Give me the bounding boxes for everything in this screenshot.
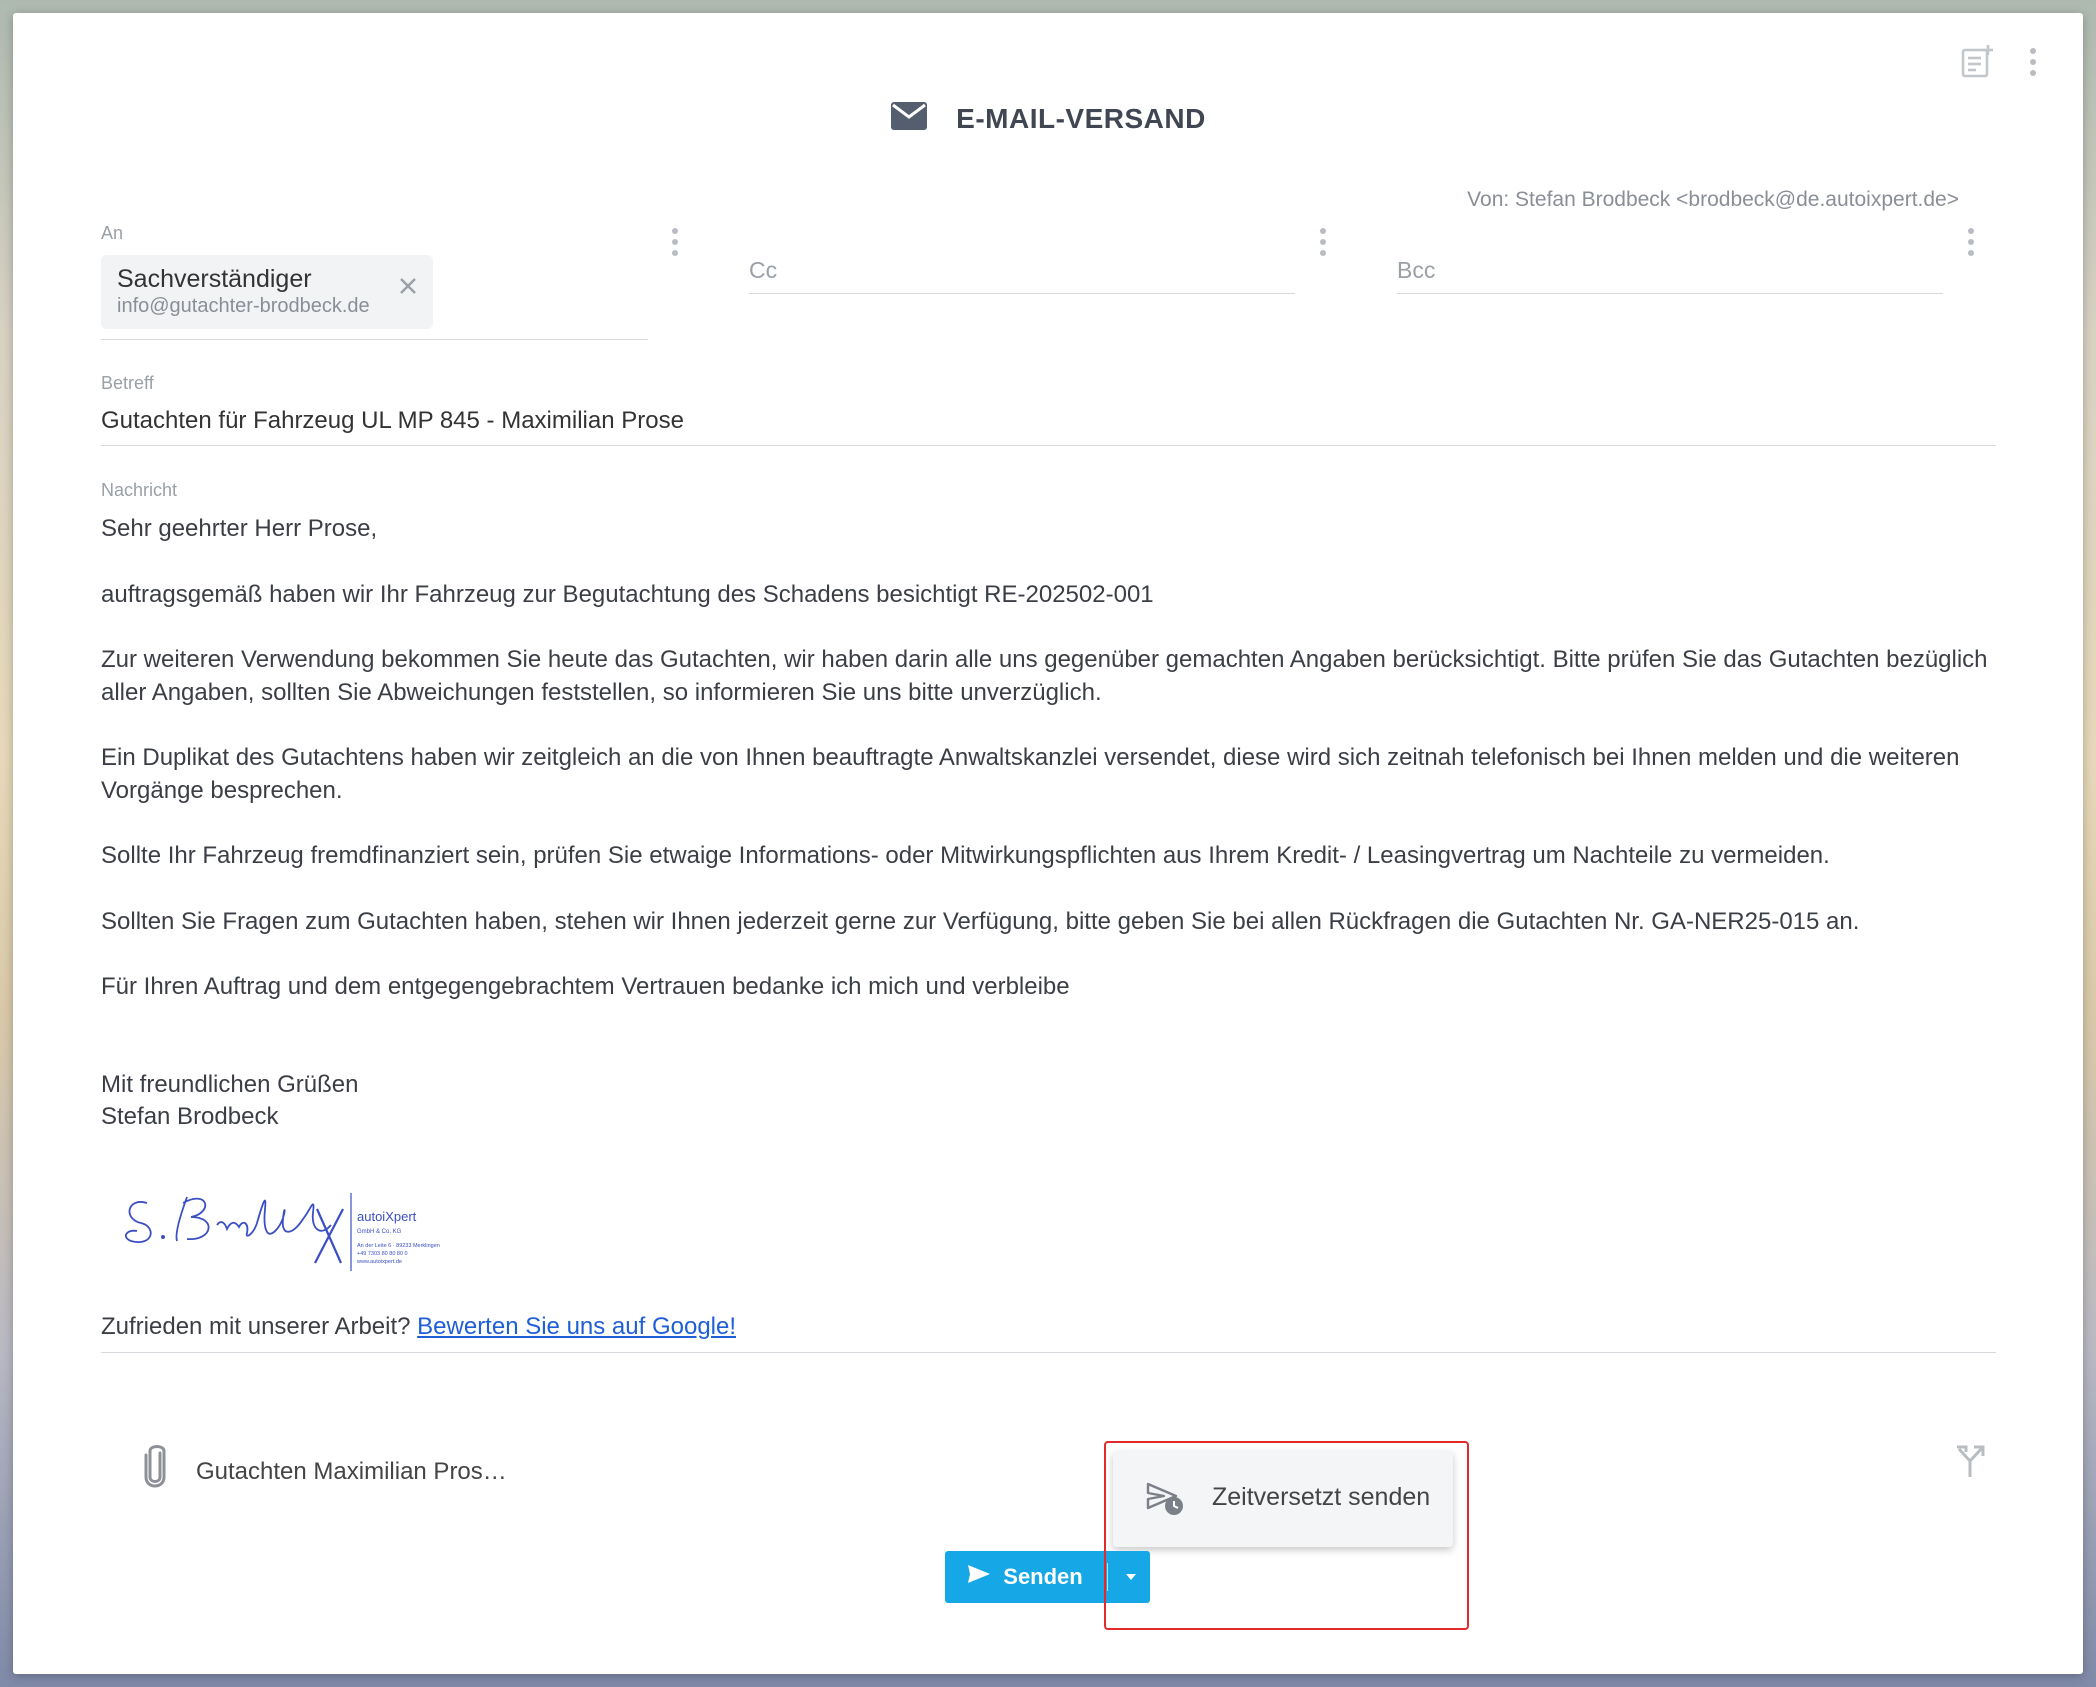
signature-address: An der Leite 6 · 89233 Merklingen xyxy=(357,1243,440,1249)
attachment-name[interactable]: Gutachten Maximilian Pros… xyxy=(196,1458,507,1486)
page-title: E-MAIL-VERSAND xyxy=(956,102,1206,134)
recipient-email: info@gutachter-brodbeck.de xyxy=(117,295,370,317)
recipient-name: Sachverständiger xyxy=(117,265,312,293)
message-paragraph: Ein Duplikat des Gutachtens haben wir ze… xyxy=(101,744,1960,804)
signature-company: autoiXpert xyxy=(357,1209,417,1224)
to-label: An xyxy=(101,223,124,243)
review-prefix: Zufrieden mit unserer Arbeit? xyxy=(101,1313,418,1340)
message-paragraph: auftragsgemäß haben wir Ihr Fahrzeug zur… xyxy=(101,580,1154,608)
message-paragraph: Sollte Ihr Fahrzeug fremdfinanziert sein… xyxy=(101,842,1830,869)
call-split-icon[interactable] xyxy=(1953,1443,1987,1479)
send-label: Senden xyxy=(1003,1564,1083,1589)
email-dialog: E-MAIL-VERSAND Von: Stefan Brodbeck <bro… xyxy=(13,13,2083,1674)
subject-underline xyxy=(101,445,1996,446)
to-options-icon[interactable] xyxy=(670,228,680,262)
message-editor[interactable]: Sehr geehrter Herr Prose, auftragsgemäß … xyxy=(101,513,2001,1134)
signature-phone: +49 7303 80 80 80 0 xyxy=(357,1251,408,1257)
signature-image: autoiXpert GmbH & Co. KG An der Leite 6 … xyxy=(117,1179,447,1279)
envelope-icon xyxy=(890,101,928,136)
bcc-input[interactable]: Bcc xyxy=(1397,257,1435,284)
sender-address: Von: Stefan Brodbeck <brodbeck@de.autoix… xyxy=(1467,188,1959,211)
recipient-chip[interactable]: Sachverständiger info@gutachter-brodbeck… xyxy=(101,255,433,329)
message-paragraph: Sollten Sie Fragen zum Gutachten haben, … xyxy=(101,907,1860,935)
cc-options-icon[interactable] xyxy=(1318,228,1328,262)
close-icon[interactable] xyxy=(397,275,419,297)
google-review-link[interactable]: Bewerten Sie uns auf Google! xyxy=(417,1313,736,1340)
cc-input[interactable]: Cc xyxy=(749,257,777,284)
message-paragraph: Für Ihren Auftrag und dem entgegengebrac… xyxy=(101,973,1070,1000)
dialog-header: E-MAIL-VERSAND xyxy=(13,101,2083,141)
bcc-options-icon[interactable] xyxy=(1966,228,1976,262)
signature-web: www.autoixpert.de xyxy=(356,1259,402,1265)
signature-company-sub: GmbH & Co. KG xyxy=(357,1229,402,1235)
annotation-highlight xyxy=(1104,1441,1469,1630)
message-paragraph: Zur weiteren Verwendung bekommen Sie heu… xyxy=(101,646,1988,706)
send-icon xyxy=(967,1564,991,1590)
message-closing: Mit freundlichen Grüßen xyxy=(101,1070,359,1098)
review-line: Zufrieden mit unserer Arbeit? Bewerten S… xyxy=(101,1313,736,1341)
message-label: Nachricht xyxy=(101,480,178,500)
paperclip-icon xyxy=(140,1443,170,1489)
bcc-field-underline xyxy=(1397,293,1943,294)
subject-input[interactable]: Gutachten für Fahrzeug UL MP 845 - Maxim… xyxy=(101,407,684,435)
note-add-icon[interactable] xyxy=(1959,43,1995,79)
message-underline xyxy=(101,1352,1996,1353)
subject-label: Betreff xyxy=(101,373,154,393)
message-greeting: Sehr geehrter Herr Prose, xyxy=(101,515,378,542)
send-button[interactable]: Senden xyxy=(945,1551,1105,1603)
to-field-underline xyxy=(101,339,648,340)
more-vertical-icon[interactable] xyxy=(2028,48,2038,82)
cc-field-underline xyxy=(749,293,1295,294)
message-sender-name: Stefan Brodbeck xyxy=(101,1103,279,1130)
